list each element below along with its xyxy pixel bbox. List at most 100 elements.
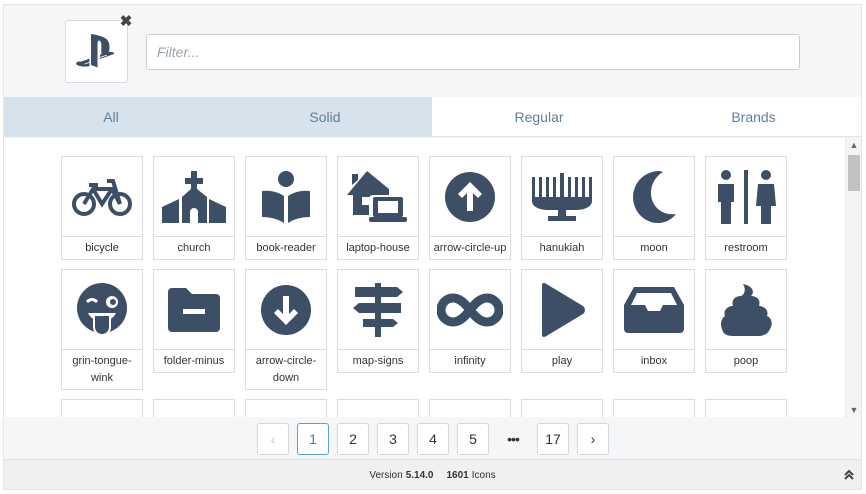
icon-grid: bicycle church book-reader laptop-house … <box>61 156 801 417</box>
icon-button-laptop-house[interactable] <box>337 156 419 236</box>
infinity-icon <box>437 292 503 327</box>
playstation-icon <box>75 33 114 67</box>
icon-cell-map-signs[interactable]: map-signs <box>337 269 419 373</box>
icon-cell-inbox[interactable]: inbox <box>613 269 695 373</box>
icon-button-partial[interactable] <box>337 399 419 417</box>
icon-button-partial[interactable] <box>429 399 511 417</box>
icon-cell-bicycle[interactable]: bicycle <box>61 156 143 260</box>
icon-label: church <box>153 236 235 260</box>
tab-all[interactable]: All <box>4 97 218 137</box>
icon-cell-laptop-house[interactable]: laptop-house <box>337 156 419 260</box>
page-2-button[interactable]: 2 <box>337 423 369 455</box>
icon-cell-partial[interactable] <box>245 399 327 417</box>
tab-solid[interactable]: Solid <box>218 97 432 137</box>
icon-picker: ✖ All Solid Regular Brands <box>3 4 862 490</box>
book-reader-icon <box>262 170 310 223</box>
icon-cell-folder-minus[interactable]: folder-minus <box>153 269 235 373</box>
icon-cell-grin-tongue-wink[interactable]: grin-tongue-wink <box>61 269 143 390</box>
icon-label: inbox <box>613 349 695 373</box>
version-label: Version <box>369 470 403 481</box>
icon-label: book-reader <box>245 236 327 260</box>
icon-button-play[interactable] <box>521 269 603 349</box>
icon-label: play <box>521 349 603 373</box>
icon-label: grin-tongue-wink <box>61 349 143 390</box>
icon-label: arrow-circle-up <box>429 236 511 260</box>
hanukiah-icon <box>532 172 592 221</box>
scroll-thumb[interactable] <box>848 155 860 191</box>
arrow-circle-down-icon <box>261 284 311 335</box>
icon-button-hanukiah[interactable] <box>521 156 603 236</box>
icon-cell-church[interactable]: church <box>153 156 235 260</box>
inbox-icon <box>624 286 684 333</box>
version-number: 5.14.0 <box>405 470 434 481</box>
icon-label: laptop-house <box>337 236 419 260</box>
selected-icon-preview[interactable] <box>65 20 128 83</box>
icon-button-book-reader[interactable] <box>245 156 327 236</box>
pagination: ‹ 1 2 3 4 5 ••• 17 › <box>4 417 861 459</box>
tab-regular[interactable]: Regular <box>432 97 646 137</box>
icon-button-infinity[interactable] <box>429 269 511 349</box>
chevron-double-up-icon[interactable] <box>843 469 855 481</box>
icon-label: infinity <box>429 349 511 373</box>
icon-button-map-signs[interactable] <box>337 269 419 349</box>
arrow-circle-up-icon <box>445 171 495 222</box>
icon-button-moon[interactable] <box>613 156 695 236</box>
icon-cell-arrow-circle-up[interactable]: arrow-circle-up <box>429 156 511 260</box>
laptop-house-icon <box>347 170 407 222</box>
icon-button-arrow-circle-down[interactable] <box>245 269 327 349</box>
icon-button-bicycle[interactable] <box>61 156 143 236</box>
icon-button-partial[interactable] <box>245 399 327 417</box>
icon-button-partial[interactable] <box>613 399 695 417</box>
icon-button-restroom[interactable] <box>705 156 787 236</box>
grin-tongue-wink-icon <box>77 282 127 336</box>
icon-button-partial[interactable] <box>153 399 235 417</box>
icon-cell-moon[interactable]: moon <box>613 156 695 260</box>
icon-cell-partial[interactable] <box>61 399 143 417</box>
tab-brands[interactable]: Brands <box>646 97 861 137</box>
picker-footer: Version 5.14.0 1601 Icons <box>4 459 861 489</box>
icon-cell-partial[interactable] <box>153 399 235 417</box>
icon-grid-scroll-area[interactable]: bicycle church book-reader laptop-house … <box>4 138 861 417</box>
scroll-up-icon[interactable]: ▲ <box>849 140 859 150</box>
icon-button-partial[interactable] <box>61 399 143 417</box>
icon-button-grin-tongue-wink[interactable] <box>61 269 143 349</box>
icon-label: moon <box>613 236 695 260</box>
page-17-button[interactable]: 17 <box>537 423 569 455</box>
close-icon: ✖ <box>119 12 133 30</box>
icon-button-arrow-circle-up[interactable] <box>429 156 511 236</box>
icon-cell-partial[interactable] <box>429 399 511 417</box>
icon-button-folder-minus[interactable] <box>153 269 235 349</box>
icon-cell-arrow-circle-down[interactable]: arrow-circle-down <box>245 269 327 390</box>
prev-page-button[interactable]: ‹ <box>257 423 289 455</box>
page-3-button[interactable]: 3 <box>377 423 409 455</box>
icon-button-inbox[interactable] <box>613 269 695 349</box>
scroll-down-icon[interactable]: ▼ <box>849 405 859 415</box>
icon-cell-poop[interactable]: poop <box>705 269 787 373</box>
icon-button-partial[interactable] <box>521 399 603 417</box>
icon-label: restroom <box>705 236 787 260</box>
pagination-ellipsis: ••• <box>507 431 520 447</box>
clear-selection-button[interactable]: ✖ <box>118 13 134 29</box>
icon-cell-partial[interactable] <box>337 399 419 417</box>
icon-cell-play[interactable]: play <box>521 269 603 373</box>
icon-label: poop <box>705 349 787 373</box>
icon-button-partial[interactable] <box>705 399 787 417</box>
icon-cell-restroom[interactable]: restroom <box>705 156 787 260</box>
icon-label: hanukiah <box>521 236 603 260</box>
folder-minus-icon <box>168 287 220 332</box>
icon-button-poop[interactable] <box>705 269 787 349</box>
icon-label: map-signs <box>337 349 419 373</box>
page-1-button[interactable]: 1 <box>297 423 329 455</box>
icon-cell-book-reader[interactable]: book-reader <box>245 156 327 260</box>
icon-cell-hanukiah[interactable]: hanukiah <box>521 156 603 260</box>
icon-cell-partial[interactable] <box>521 399 603 417</box>
icon-cell-infinity[interactable]: infinity <box>429 269 511 373</box>
icon-button-church[interactable] <box>153 156 235 236</box>
next-page-button[interactable]: › <box>577 423 609 455</box>
filter-input[interactable] <box>146 34 800 70</box>
grid-scrollbar[interactable]: ▲ ▼ <box>845 138 861 417</box>
icon-cell-partial[interactable] <box>613 399 695 417</box>
page-5-button[interactable]: 5 <box>457 423 489 455</box>
page-4-button[interactable]: 4 <box>417 423 449 455</box>
icon-cell-partial[interactable] <box>705 399 787 417</box>
